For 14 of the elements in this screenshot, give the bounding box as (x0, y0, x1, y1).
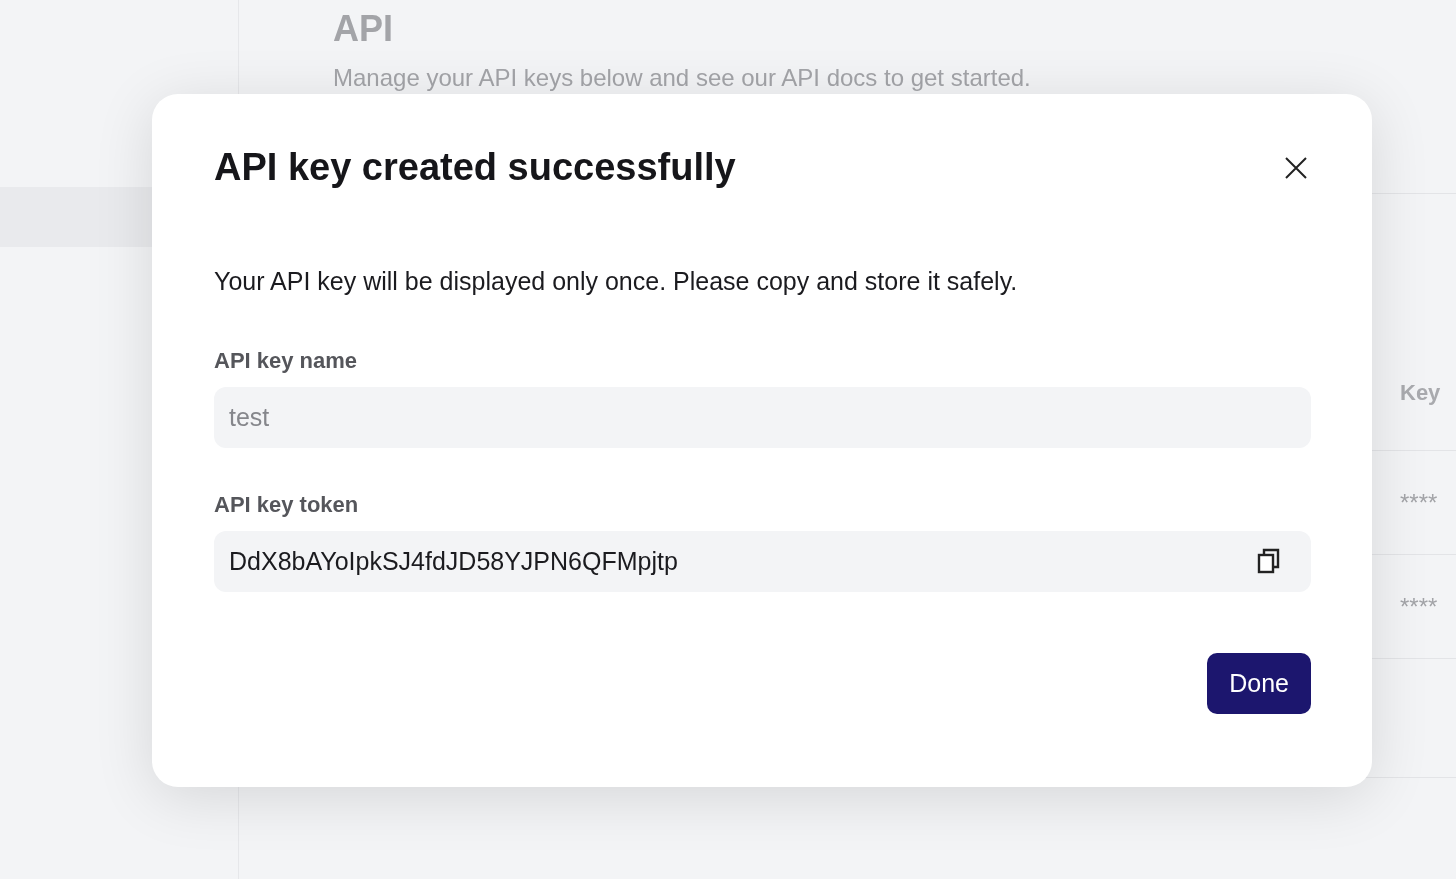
masked-key: **** (1400, 592, 1456, 621)
field-label: API key name (214, 348, 359, 374)
field-label: API key token (214, 492, 360, 518)
column-header: Key (1400, 380, 1442, 406)
done-button[interactable]: Done (1207, 653, 1311, 714)
dialog-title: API key created successfully (214, 146, 736, 189)
copy-icon (1257, 548, 1281, 574)
masked-key: **** (1400, 488, 1456, 517)
close-icon (1285, 156, 1307, 179)
page-subtitle: Manage your API keys below and see our API docs to get started. (333, 64, 1032, 92)
copy-button[interactable] (1257, 548, 1281, 574)
page-title: API (333, 8, 394, 50)
dialog-message: Your API key will be displayed only once. Please copy and store it safely. (214, 267, 1019, 296)
input-field[interactable]: DdX8bAYoIpkSJ4fdJD58YJPN6QFMpjtp (214, 531, 1311, 592)
